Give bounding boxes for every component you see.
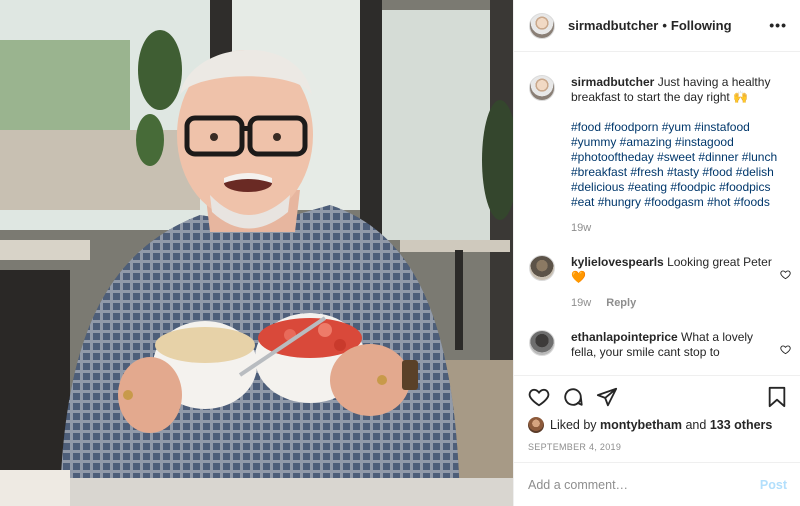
liker-avatar[interactable] [528, 417, 544, 433]
author-avatar[interactable] [529, 12, 555, 39]
comment-time: 19w [571, 297, 592, 309]
post-side-panel: sirmadbutcher • Following ••• sirmadbutc… [513, 0, 800, 506]
comment-item: ethanlapointeprice What a lovely fella, … [529, 330, 791, 360]
caption-username[interactable]: sirmadbutcher [571, 75, 654, 89]
header-separator: • [662, 18, 667, 33]
more-icon[interactable]: ••• [769, 17, 787, 33]
comment-input[interactable] [528, 477, 748, 492]
caption-avatar[interactable] [529, 75, 555, 101]
following-button[interactable]: Following [671, 18, 732, 33]
bookmark-icon[interactable] [767, 386, 787, 413]
comment-like-icon[interactable] [780, 267, 791, 285]
likes-prefix: Liked by [550, 418, 597, 432]
commenter-avatar[interactable] [529, 255, 555, 281]
photo-scene [0, 0, 513, 506]
post-actions: Liked by montybetham and 133 others Sept… [514, 375, 800, 461]
heart-icon[interactable] [528, 386, 550, 413]
comment-username[interactable]: kylielovespearls [571, 255, 664, 269]
comment-username[interactable]: ethanlapointeprice [571, 330, 678, 344]
caption-time: 19w [571, 222, 592, 234]
post-header: sirmadbutcher • Following ••• [514, 0, 800, 52]
reply-button[interactable]: Reply [606, 297, 636, 309]
liker-username[interactable]: montybetham [600, 418, 682, 432]
author-username[interactable]: sirmadbutcher [568, 18, 658, 33]
comment-item: kylielovespearls Looking great Peter 🧡 1… [529, 255, 791, 311]
caption-hashtags[interactable]: #food #foodporn #yum #instafood #yummy #… [571, 120, 779, 210]
caption-comment: sirmadbutcher Just having a healthy brea… [529, 75, 785, 236]
comments-list[interactable]: sirmadbutcher Just having a healthy brea… [514, 53, 800, 375]
comment-like-icon[interactable] [780, 342, 791, 360]
post-photo[interactable] [0, 0, 513, 506]
likes-others-link[interactable]: 133 others [710, 418, 773, 432]
likes-summary: Liked by montybetham and 133 others [528, 417, 787, 433]
post-button[interactable]: Post [760, 478, 787, 492]
commenter-avatar[interactable] [529, 330, 555, 356]
likes-joiner: and [685, 418, 707, 432]
post-date: September 4, 2019 [528, 442, 622, 452]
comment-composer: Post [514, 462, 800, 506]
comment-icon[interactable] [562, 386, 584, 413]
share-icon[interactable] [596, 386, 618, 413]
